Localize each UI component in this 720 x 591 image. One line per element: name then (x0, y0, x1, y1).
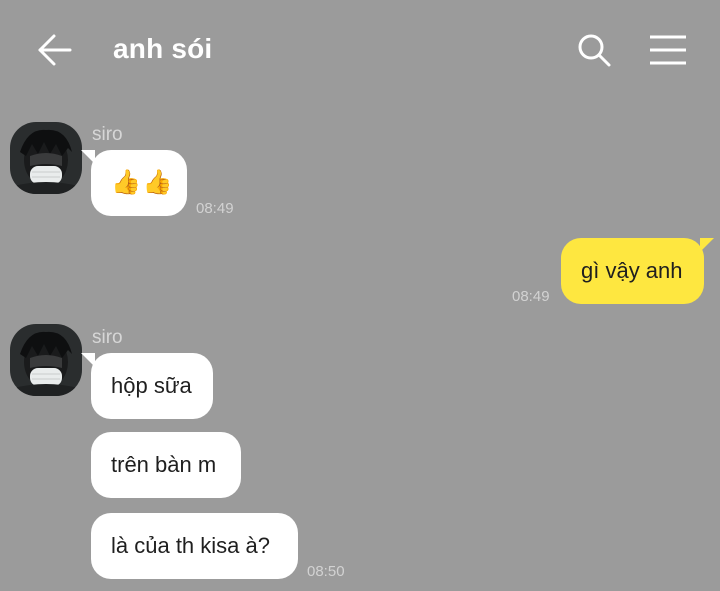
message-text: gì vậy anh (581, 258, 683, 283)
message-bubble[interactable]: là của th kisa à? (91, 513, 298, 579)
message-text: 👍👍 (111, 169, 175, 196)
avatar-image (10, 324, 82, 396)
message-bubble[interactable]: 👍👍 (81, 150, 187, 216)
message-time: 08:50 (307, 563, 345, 580)
message-bubble[interactable]: trên bàn m (91, 432, 241, 498)
search-button[interactable] (574, 30, 614, 70)
avatar[interactable] (10, 324, 82, 396)
message-text: hộp sữa (111, 373, 192, 398)
bubble-tail (81, 150, 95, 164)
chat-header: anh sói (0, 0, 720, 100)
avatar-image (10, 122, 82, 194)
sender-name: siro (92, 327, 123, 348)
message-text: trên bàn m (111, 452, 217, 477)
hamburger-menu-icon (650, 35, 686, 65)
message-bubble-outgoing[interactable]: gì vậy anh (561, 238, 714, 304)
back-button[interactable] (34, 30, 74, 70)
bubble-tail (700, 238, 714, 252)
sender-name: siro (92, 124, 123, 145)
menu-button[interactable] (646, 30, 690, 70)
message-time: 08:49 (196, 200, 234, 217)
message-text: là của th kisa à? (111, 533, 270, 558)
chat-title: anh sói (113, 33, 213, 64)
bubble-tail (81, 353, 95, 367)
arrow-left-icon (38, 34, 72, 66)
message-time: 08:49 (512, 288, 550, 305)
message-bubble[interactable]: hộp sữa (81, 353, 213, 419)
avatar[interactable] (10, 122, 82, 194)
search-icon (578, 34, 611, 67)
